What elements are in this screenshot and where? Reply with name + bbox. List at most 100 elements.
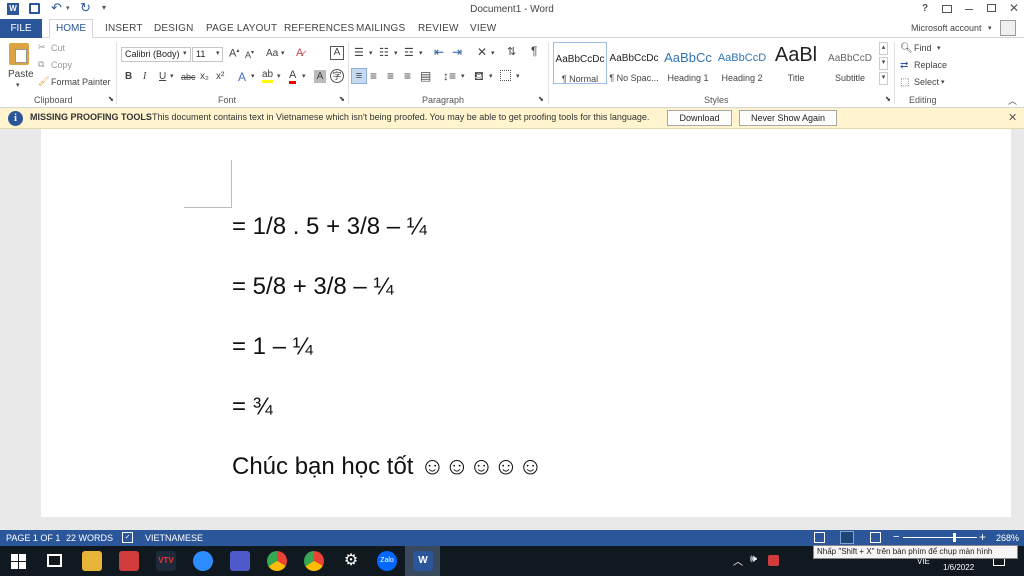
page-count[interactable]: PAGE 1 OF 1 — [6, 533, 60, 543]
align-left-icon[interactable]: ≡ — [351, 68, 367, 84]
zoom-out-icon[interactable]: − — [893, 531, 899, 543]
replace-icon[interactable]: ⇄ — [900, 60, 908, 71]
highlight-icon[interactable]: ab — [262, 69, 274, 83]
paragraph-launcher-icon[interactable]: ⬊ — [538, 95, 544, 103]
replace-button[interactable]: Replace — [914, 60, 947, 70]
style-normal[interactable]: AaBbCcDc ¶ Normal — [553, 42, 607, 84]
align-center-icon[interactable]: ≡ — [370, 69, 377, 83]
change-case-dropdown-icon[interactable]: ▾ — [281, 49, 285, 57]
subscript-button[interactable]: x₂ — [200, 71, 209, 82]
font-size-dropdown-icon[interactable]: ▾ — [216, 49, 220, 57]
select-dropdown-icon[interactable]: ▾ — [941, 78, 945, 86]
zoom-level[interactable]: 268% — [996, 533, 1019, 543]
cut-icon[interactable]: ✂ — [38, 42, 46, 53]
collapse-ribbon-icon[interactable]: ︿ — [1008, 94, 1017, 107]
chrome-icon[interactable] — [267, 551, 287, 571]
find-icon[interactable]: 🔍︎ — [900, 43, 913, 54]
security-tray-icon[interactable] — [768, 555, 779, 566]
distributed-icon[interactable]: ▤ — [420, 69, 431, 83]
shading-dropdown-icon[interactable]: ▾ — [489, 72, 493, 80]
proofing-status-icon[interactable]: ✓ — [122, 532, 133, 543]
document-line-2[interactable]: = 5/8 + 3/8 – ¼ — [232, 273, 393, 301]
account-dropdown-icon[interactable]: ▾ — [988, 24, 992, 32]
language-status[interactable]: VIETNAMESE — [145, 533, 203, 543]
document-line-5[interactable]: Chúc bạn học tốt ☺☺☺☺☺ — [232, 453, 543, 481]
justify-icon[interactable]: ≡ — [404, 69, 411, 83]
print-layout-icon[interactable] — [840, 531, 854, 544]
styles-scroll-up-icon[interactable]: ▴ — [879, 42, 888, 55]
word-count[interactable]: 22 WORDS — [66, 533, 113, 543]
zalo-icon[interactable]: Zalo — [377, 551, 397, 571]
tab-design[interactable]: DESIGN — [154, 23, 194, 34]
volume-icon[interactable]: 🕪 — [750, 553, 757, 566]
decrease-indent-icon[interactable]: ⇤ — [434, 45, 444, 59]
download-button[interactable]: Download — [667, 110, 732, 126]
change-case-button[interactable]: Aa — [266, 48, 278, 59]
clock-date[interactable]: 1/6/2022 — [943, 563, 974, 572]
tab-file[interactable]: FILE — [0, 19, 42, 38]
text-effect-icon[interactable]: A — [238, 70, 246, 84]
align-right-icon[interactable]: ≡ — [387, 69, 394, 83]
minimize-icon[interactable] — [965, 9, 973, 10]
word-taskbar-icon[interactable]: W — [413, 551, 433, 571]
strikethrough-button[interactable]: abc — [181, 72, 196, 82]
document-line-3[interactable]: = 1 – ¼ — [232, 333, 313, 361]
document-line-1[interactable]: = 1/8 . 5 + 3/8 – ¼ — [232, 213, 427, 241]
bullets-icon[interactable]: ☰ — [354, 46, 364, 59]
sort-icon[interactable]: ⇅ — [507, 45, 516, 58]
cut-button[interactable]: Cut — [51, 43, 65, 53]
format-painter-icon[interactable]: 🖌 — [38, 76, 49, 87]
read-mode-icon[interactable] — [814, 532, 825, 543]
document-page[interactable]: = 1/8 . 5 + 3/8 – ¼ = 5/8 + 3/8 – ¼ = 1 … — [41, 129, 1011, 517]
style-heading-1[interactable]: AaBbCc Heading 1 — [661, 42, 715, 84]
asian-layout-icon[interactable]: ✕ — [477, 45, 487, 59]
format-painter-button[interactable]: Format Painter — [51, 77, 111, 87]
zoom-in-icon[interactable]: + — [979, 530, 986, 544]
chrome-profile-icon[interactable] — [304, 551, 324, 571]
numbering-dropdown-icon[interactable]: ▾ — [394, 49, 398, 57]
file-explorer-icon[interactable] — [82, 551, 102, 571]
styles-scroll-down-icon[interactable]: ▾ — [879, 57, 888, 70]
restore-icon[interactable] — [987, 4, 996, 12]
zoom-slider-handle[interactable] — [953, 533, 956, 542]
select-button[interactable]: Select — [914, 77, 939, 87]
character-shading-icon[interactable]: A — [314, 70, 326, 83]
document-line-4[interactable]: = ¾ — [232, 393, 273, 421]
shading-icon[interactable]: ⛾ — [474, 69, 484, 85]
increase-indent-icon[interactable]: ⇥ — [452, 45, 462, 59]
borders-icon[interactable] — [500, 70, 511, 81]
underline-button[interactable]: U — [159, 71, 166, 82]
help-icon[interactable]: ? — [922, 3, 928, 14]
avatar[interactable] — [1000, 20, 1016, 36]
paste-icon[interactable] — [9, 43, 29, 65]
style-title[interactable]: AaBl Title — [769, 42, 823, 84]
font-color-icon[interactable]: A — [289, 69, 297, 84]
task-view-icon[interactable] — [47, 554, 62, 567]
line-spacing-icon[interactable]: ↕≡ — [443, 69, 456, 83]
shrink-font-icon[interactable]: A▾ — [245, 49, 254, 60]
account-link[interactable]: Microsoft account — [911, 23, 982, 33]
style-no-spacing[interactable]: AaBbCcDc ¶ No Spac... — [607, 42, 661, 84]
multilevel-list-dropdown-icon[interactable]: ▾ — [419, 49, 423, 57]
font-color-dropdown-icon[interactable]: ▾ — [302, 72, 306, 80]
font-name-dropdown-icon[interactable]: ▾ — [183, 49, 187, 57]
tab-view[interactable]: VIEW — [470, 23, 496, 34]
clear-formatting-icon[interactable]: A̷ — [296, 47, 303, 59]
settings-icon[interactable]: ⚙ — [341, 551, 361, 571]
close-icon[interactable]: ✕ — [1009, 1, 1019, 15]
tab-insert[interactable]: INSERT — [105, 23, 143, 34]
copy-button[interactable]: Copy — [51, 60, 72, 70]
ribbon-display-options-icon[interactable] — [942, 5, 952, 13]
superscript-button[interactable]: x² — [216, 71, 224, 82]
select-icon[interactable]: ⬚ — [900, 77, 909, 88]
enclose-characters-icon[interactable]: 字 — [330, 69, 344, 83]
italic-button[interactable]: I — [143, 71, 146, 82]
grow-font-icon[interactable]: A▴ — [229, 47, 239, 60]
paste-button[interactable]: Paste — [8, 69, 34, 80]
zoom-app-icon[interactable] — [193, 551, 213, 571]
underline-dropdown-icon[interactable]: ▾ — [170, 72, 174, 80]
copy-icon[interactable]: ⧉ — [38, 59, 44, 70]
tab-page-layout[interactable]: PAGE LAYOUT — [206, 23, 277, 34]
highlight-dropdown-icon[interactable]: ▾ — [277, 72, 281, 80]
start-icon[interactable] — [11, 554, 26, 569]
